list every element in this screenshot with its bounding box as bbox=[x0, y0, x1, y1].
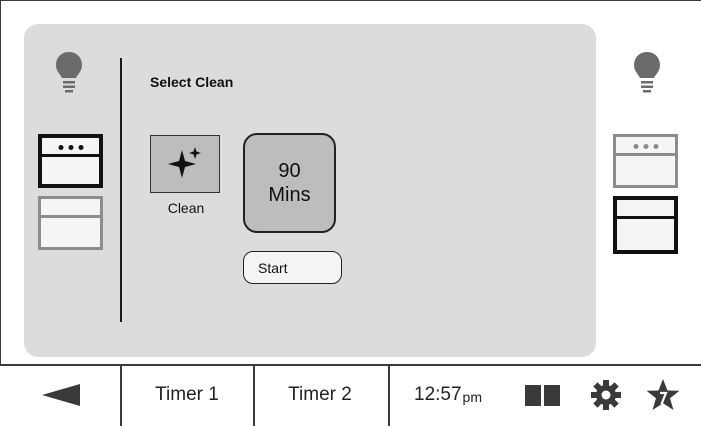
bottom-bar: Timer 1 Timer 2 12:57 pm bbox=[0, 364, 701, 426]
back-arrow-icon bbox=[42, 384, 80, 406]
clock-ampm: pm bbox=[462, 389, 482, 405]
duration-value: 90 bbox=[278, 160, 301, 182]
vertical-divider bbox=[120, 58, 122, 322]
back-button[interactable] bbox=[40, 382, 82, 413]
start-button[interactable]: Start bbox=[243, 251, 342, 284]
clock-time: 12:57 bbox=[414, 384, 462, 405]
duration-unit: Mins bbox=[268, 184, 311, 206]
lower-oven-icon bbox=[41, 215, 100, 218]
timer-2-button[interactable]: Timer 2 bbox=[255, 366, 385, 424]
left-upper-oven-button[interactable] bbox=[38, 134, 103, 188]
right-upper-oven-button[interactable] bbox=[613, 134, 678, 188]
right-light-button[interactable] bbox=[632, 50, 662, 96]
top-border bbox=[0, 0, 701, 1]
clean-label: Clean bbox=[167, 200, 205, 216]
favorite-button[interactable] bbox=[645, 377, 681, 418]
left-light-button[interactable] bbox=[54, 50, 84, 96]
clock: 12:57 pm bbox=[414, 366, 482, 424]
gear-icon bbox=[591, 380, 621, 410]
timer-1-button[interactable]: Timer 1 bbox=[122, 366, 252, 424]
sparkle-icon bbox=[168, 147, 201, 178]
clean-button[interactable] bbox=[150, 135, 220, 193]
left-lower-oven-button[interactable] bbox=[38, 196, 103, 250]
right-lower-oven-button[interactable] bbox=[613, 196, 678, 254]
dual-panel-button[interactable] bbox=[525, 383, 561, 412]
dual-panel-icon bbox=[525, 385, 560, 406]
upper-oven-icon bbox=[633, 144, 658, 149]
duration-button[interactable]: 90 Mins bbox=[243, 133, 336, 233]
favorite-star-icon bbox=[646, 379, 680, 410]
panel-title: Select Clean bbox=[150, 74, 234, 90]
lower-oven-icon bbox=[617, 216, 674, 219]
settings-button[interactable] bbox=[590, 379, 622, 416]
upper-oven-icon bbox=[58, 145, 83, 150]
separator bbox=[388, 366, 390, 426]
lightbulb-icon bbox=[56, 52, 82, 93]
left-border bbox=[0, 0, 1, 424]
lightbulb-icon bbox=[634, 52, 660, 93]
